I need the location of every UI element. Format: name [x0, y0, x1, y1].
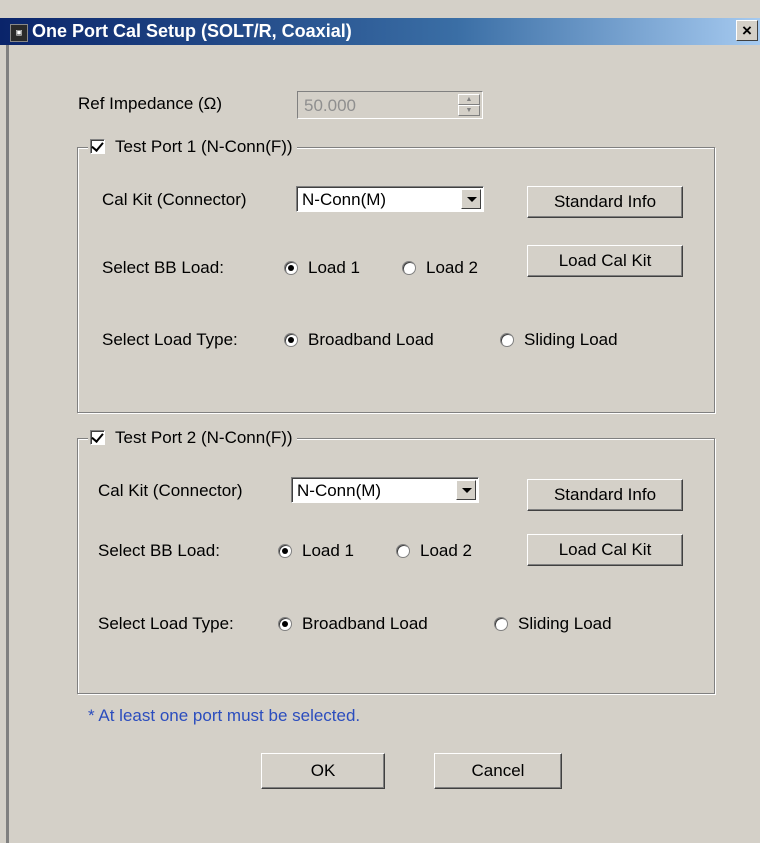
port2-sliding-label: Sliding Load	[518, 614, 612, 633]
spin-down-icon: ▼	[458, 105, 480, 116]
chevron-down-icon[interactable]	[456, 480, 476, 500]
radio-selected-icon[interactable]	[278, 617, 292, 631]
dialog-window: ▣ One Port Cal Setup (SOLT/R, Coaxial) ×…	[0, 0, 760, 843]
port2-load2-label: Load 2	[420, 541, 472, 560]
port1-broadband-label: Broadband Load	[308, 330, 434, 349]
port2-cal-kit-value: N-Conn(M)	[297, 481, 382, 500]
spin-up-icon: ▲	[458, 94, 480, 105]
port1-cal-kit-label: Cal Kit (Connector)	[102, 190, 247, 209]
port2-load1-label: Load 1	[302, 541, 354, 560]
port2-load1-radio[interactable]: Load 1	[278, 541, 354, 561]
ref-impedance-value: 50.000	[304, 96, 356, 115]
title-bar[interactable]: ▣ One Port Cal Setup (SOLT/R, Coaxial) ×	[0, 18, 760, 45]
radio-selected-icon[interactable]	[284, 261, 298, 275]
port1-load-cal-kit-button[interactable]: Load Cal Kit	[527, 245, 683, 277]
window-title: One Port Cal Setup (SOLT/R, Coaxial)	[32, 21, 352, 41]
dialog-edge	[6, 45, 9, 843]
port1-standard-info-button[interactable]: Standard Info	[527, 186, 683, 218]
port1-cal-kit-select[interactable]: N-Conn(M)	[296, 186, 484, 212]
port2-cal-kit-label: Cal Kit (Connector)	[98, 481, 243, 500]
radio-icon[interactable]	[396, 544, 410, 558]
port2-checkbox[interactable]	[90, 430, 105, 445]
port1-sliding-radio[interactable]: Sliding Load	[500, 330, 618, 350]
radio-icon[interactable]	[500, 333, 514, 347]
port1-cal-kit-value: N-Conn(M)	[302, 190, 387, 209]
port2-broadband-label: Broadband Load	[302, 614, 428, 633]
ok-button[interactable]: OK	[261, 753, 385, 789]
port1-load1-label: Load 1	[308, 258, 360, 277]
port2-load2-radio[interactable]: Load 2	[396, 541, 472, 561]
port1-broadband-radio[interactable]: Broadband Load	[284, 330, 434, 350]
port1-bb-load-label: Select BB Load:	[102, 258, 224, 277]
ref-impedance-label: Ref Impedance (Ω)	[78, 94, 223, 113]
port1-load2-radio[interactable]: Load 2	[402, 258, 478, 278]
port2-title: Test Port 2 (N-Conn(F))	[115, 428, 293, 447]
chevron-down-icon[interactable]	[461, 189, 481, 209]
radio-selected-icon[interactable]	[284, 333, 298, 347]
port1-sliding-label: Sliding Load	[524, 330, 618, 349]
port2-cal-kit-select[interactable]: N-Conn(M)	[291, 477, 479, 503]
ref-impedance-spinbox: 50.000 ▲ ▼	[297, 91, 483, 119]
close-button[interactable]: ×	[736, 20, 758, 41]
port2-load-cal-kit-button[interactable]: Load Cal Kit	[527, 534, 683, 566]
spin-arrows: ▲ ▼	[458, 94, 480, 116]
port2-load-type-label: Select Load Type:	[98, 614, 234, 633]
port2-bb-load-label: Select BB Load:	[98, 541, 220, 560]
port1-title: Test Port 1 (N-Conn(F))	[115, 137, 293, 156]
port1-load-type-label: Select Load Type:	[102, 330, 238, 349]
cancel-button[interactable]: Cancel	[434, 753, 562, 789]
port2-broadband-radio[interactable]: Broadband Load	[278, 614, 428, 634]
port2-standard-info-button[interactable]: Standard Info	[527, 479, 683, 511]
port1-checkbox[interactable]	[90, 139, 105, 154]
radio-icon[interactable]	[494, 617, 508, 631]
port1-load1-radio[interactable]: Load 1	[284, 258, 360, 278]
port1-load2-label: Load 2	[426, 258, 478, 277]
radio-selected-icon[interactable]	[278, 544, 292, 558]
port2-sliding-radio[interactable]: Sliding Load	[494, 614, 612, 634]
port2-header[interactable]: Test Port 2 (N-Conn(F))	[88, 428, 297, 448]
port1-header[interactable]: Test Port 1 (N-Conn(F))	[88, 137, 297, 157]
app-icon: ▣	[10, 24, 28, 42]
selection-note: * At least one port must be selected.	[88, 706, 361, 725]
radio-icon[interactable]	[402, 261, 416, 275]
